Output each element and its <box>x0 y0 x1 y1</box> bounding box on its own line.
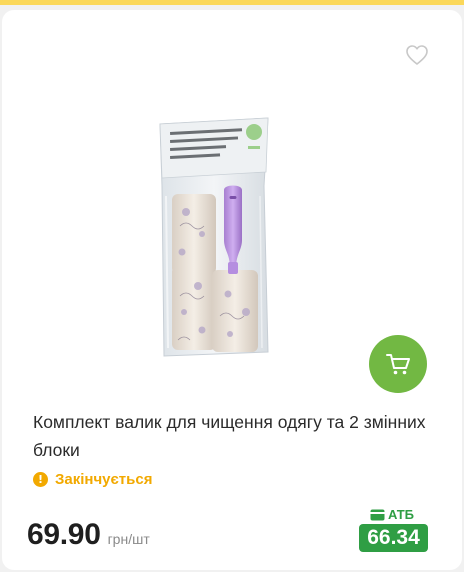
add-to-cart-button[interactable] <box>369 335 427 393</box>
stock-status: ! Закінчується <box>33 468 152 490</box>
product-title[interactable]: Комплект валик для чищення одягу та 2 зм… <box>33 408 433 464</box>
shopping-cart-icon <box>386 354 410 375</box>
regular-price: 69.90 грн/шт <box>27 518 150 552</box>
promo-price: 66.34 <box>359 524 428 552</box>
product-card[interactable]: Комплект валик для чищення одягу та 2 зм… <box>2 10 462 570</box>
promo-label-text: АТБ <box>388 507 415 522</box>
product-image <box>159 117 269 357</box>
top-accent-strip <box>0 0 464 5</box>
price-value: 69.90 <box>27 518 101 551</box>
promo-label: АТБ <box>370 507 414 522</box>
price-unit: грн/шт <box>107 531 150 547</box>
stock-status-text: Закінчується <box>55 470 153 488</box>
exclamation-circle-icon: ! <box>33 471 48 487</box>
card-icon <box>370 509 385 520</box>
heart-icon[interactable] <box>405 44 429 66</box>
